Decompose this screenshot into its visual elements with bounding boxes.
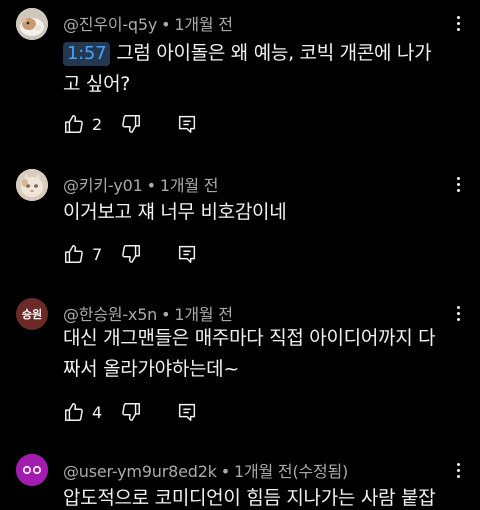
comment-text-line: 짜서 올라가야하는데~ (63, 358, 239, 380)
comment-age: 1개월 전 (174, 15, 233, 34)
cat-avatar-image (16, 169, 48, 201)
face-default-avatar-icon (16, 454, 48, 486)
comment-meta: @user-ym9ur8ed2k • 1개월 전(수정됨) (63, 458, 348, 482)
avatar[interactable] (16, 8, 48, 40)
more-vert-icon[interactable] (450, 301, 466, 325)
like-count: 7 (92, 244, 103, 264)
comment-author[interactable]: @한승원-x5n (63, 305, 157, 324)
comment-meta: @키키-y01 • 1개월 전 (63, 172, 219, 196)
dislike-button[interactable] (120, 242, 142, 266)
thumbs-up-icon (65, 115, 83, 133)
comment-text-line: 압도적으로 코미디언이 힘듬 지나가는 사람 붙잡 (63, 487, 436, 509)
avatar-initials: 승원 (21, 308, 43, 321)
like-count: 2 (92, 114, 103, 134)
like-button[interactable]: 2 (63, 112, 120, 136)
reply-button[interactable] (176, 112, 198, 136)
meta-separator: • (146, 176, 156, 195)
reply-button[interactable] (176, 242, 198, 266)
comment-text: 1:57 그럼 아이돌은 왜 예능, 코빅 개콘에 나가 고 싶어? (63, 38, 463, 100)
comment-author[interactable]: @user-ym9ur8ed2k (63, 462, 217, 481)
meta-separator: • (161, 15, 171, 34)
thumbs-down-icon (122, 245, 140, 263)
avatar[interactable] (16, 454, 48, 486)
timestamp-link[interactable]: 1:57 (63, 42, 111, 66)
comment-age: 1개월 전 (159, 176, 219, 195)
comment-meta: @진우이-q5y • 1개월 전 (63, 11, 233, 35)
avatar[interactable] (16, 169, 48, 201)
reply-button[interactable] (176, 400, 198, 424)
comment-actions: 2 (63, 112, 198, 136)
edited-label: (수정됨) (292, 462, 349, 481)
comment-meta: @한승원-x5n • 1개월 전 (63, 301, 233, 325)
dislike-button[interactable] (120, 112, 142, 136)
comment-actions: 7 (63, 242, 198, 266)
comment-text-line: 대신 개그맨들은 매주마다 직접 아이디어까지 다 (63, 327, 436, 349)
thumbs-down-icon (122, 403, 140, 421)
comment-text: 압도적으로 코미디언이 힘듬 지나가는 사람 붙잡 (63, 483, 463, 510)
comment-author[interactable]: @진우이-q5y (63, 15, 157, 34)
more-vert-icon[interactable] (450, 11, 466, 35)
reply-icon (178, 245, 196, 263)
like-button[interactable]: 4 (63, 400, 120, 424)
hamster-avatar-image (16, 8, 48, 40)
meta-separator: • (220, 462, 230, 481)
comment-text-line: 고 싶어? (63, 73, 131, 95)
more-vert-icon[interactable] (450, 458, 466, 482)
comment-author[interactable]: @키키-y01 (63, 176, 143, 195)
thumbs-down-icon (122, 115, 140, 133)
comment-age: 1개월 전 (234, 462, 293, 481)
comment-text-line: 이거보고 쟤 너무 비호감이네 (63, 201, 287, 223)
comment-text: 이거보고 쟤 너무 비호감이네 (63, 197, 463, 228)
more-vert-icon[interactable] (450, 172, 466, 196)
reply-icon (178, 115, 196, 133)
comment-age: 1개월 전 (174, 305, 233, 324)
reply-icon (178, 403, 196, 421)
thumbs-up-icon (65, 403, 83, 421)
comment-text: 대신 개그맨들은 매주마다 직접 아이디어까지 다 짜서 올라가야하는데~ (63, 323, 463, 385)
meta-separator: • (161, 305, 171, 324)
dislike-button[interactable] (120, 400, 142, 424)
like-count: 4 (92, 402, 103, 422)
comment-actions: 4 (63, 400, 198, 424)
thumbs-up-icon (65, 245, 83, 263)
avatar[interactable]: 승원 (16, 298, 48, 330)
comment-text-line: 그럼 아이돌은 왜 예능, 코빅 개콘에 나가 (116, 42, 432, 64)
like-button[interactable]: 7 (63, 242, 120, 266)
